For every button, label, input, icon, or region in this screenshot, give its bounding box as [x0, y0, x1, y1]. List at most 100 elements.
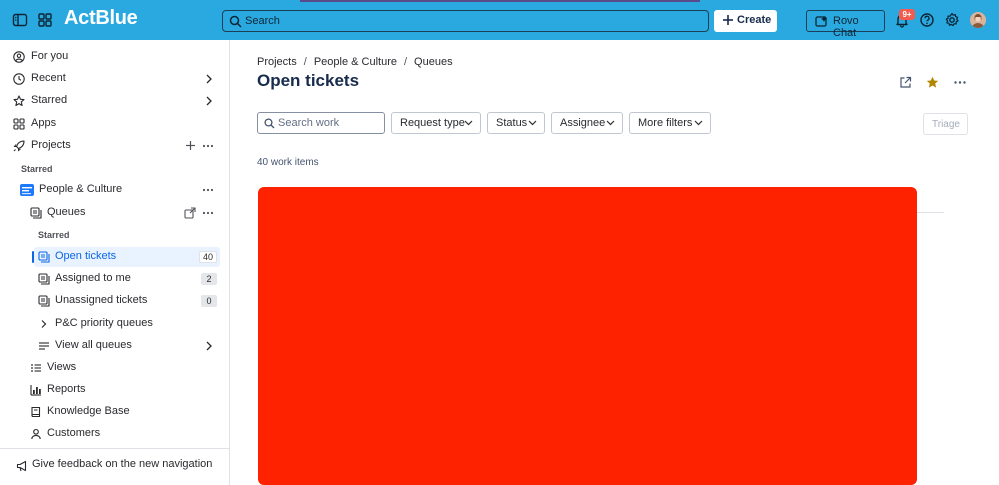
more-options-icon[interactable] — [202, 184, 214, 196]
apps-grid-icon — [13, 118, 25, 130]
queue-count-badge: 0 — [201, 295, 217, 307]
rovo-icon — [815, 15, 828, 28]
main-content: Projects / People & Culture / Queues Open ti… — [230, 40, 999, 485]
status-filter[interactable]: Status — [487, 112, 545, 134]
queues-starred-section-label: Starred — [38, 230, 70, 240]
search-icon — [229, 15, 242, 28]
breadcrumb: Projects / People & Culture / Queues — [257, 56, 453, 68]
sidebar-item-unassigned-tickets[interactable]: Unassigned tickets 0 — [34, 291, 220, 311]
sidebar-item-label: Unassigned tickets — [55, 294, 148, 306]
breadcrumb-projects[interactable]: Projects — [257, 56, 297, 68]
starred-section-label: Starred — [21, 164, 53, 174]
chevron-right-icon[interactable] — [204, 95, 214, 107]
sidebar-item-label: Views — [47, 361, 77, 373]
star-filled-icon[interactable] — [926, 76, 939, 89]
sidebar-item-label: For you — [31, 50, 69, 62]
megaphone-icon — [16, 460, 28, 472]
assignee-filter[interactable]: Assignee — [551, 112, 623, 134]
share-external-icon[interactable] — [899, 76, 912, 89]
top-accent-strip — [300, 0, 700, 2]
breadcrumb-people-and-culture[interactable]: People & Culture — [314, 56, 397, 68]
rovo-chat-button[interactable]: Rovo Chat — [806, 10, 885, 39]
page-title: Open tickets — [257, 71, 360, 90]
bullet-list-icon — [30, 362, 42, 374]
filter-label: Status — [496, 117, 528, 129]
more-filters-button[interactable]: More filters — [629, 112, 711, 134]
feedback-label: Give feedback on the new navigation — [32, 458, 213, 470]
sidebar-item-apps[interactable]: Apps — [6, 114, 220, 134]
sidebar-item-open-tickets[interactable]: Open tickets 40 — [32, 247, 220, 267]
triage-button[interactable]: Triage — [923, 113, 968, 135]
sidebar-item-label: Queues — [47, 206, 86, 218]
chevron-right-icon[interactable] — [39, 318, 49, 330]
active-indicator — [32, 251, 34, 263]
app-switcher-icon[interactable] — [37, 12, 53, 28]
search-work-input[interactable] — [278, 115, 378, 131]
sidebar-item-pc-priority-queues[interactable]: P&C priority queues — [34, 314, 220, 334]
sidebar-item-starred[interactable]: Starred — [6, 91, 220, 111]
more-options-icon[interactable] — [202, 207, 214, 219]
triage-button-label: Triage — [932, 119, 960, 130]
sidebar-item-label: Knowledge Base — [47, 405, 130, 417]
sidebar-item-queues[interactable]: Queues — [6, 203, 220, 223]
global-search-input[interactable]: Search — [222, 10, 709, 32]
sidebar-item-reports[interactable]: Reports — [6, 380, 220, 400]
sidebar-item-label: View all queues — [55, 339, 132, 351]
sidebar-item-label: P&C priority queues — [55, 317, 153, 329]
sidebar-item-assigned-to-me[interactable]: Assigned to me 2 — [34, 269, 220, 289]
filter-label: More filters — [638, 117, 693, 129]
sidebar-item-view-all-queues[interactable]: View all queues — [34, 336, 220, 356]
queue-icon — [38, 295, 50, 307]
sidebar-item-label: Recent — [31, 72, 66, 84]
star-icon — [13, 95, 25, 107]
redacted-work-items-table — [258, 187, 917, 485]
user-circle-icon — [13, 51, 25, 63]
actblue-logo[interactable]: ActBlue — [64, 7, 138, 30]
filter-label: Assignee — [560, 117, 606, 129]
chevron-right-icon[interactable] — [204, 73, 214, 85]
feedback-link[interactable]: Give feedback on the new navigation — [0, 448, 229, 485]
create-button[interactable]: Create — [714, 10, 777, 32]
queue-count-badge: 2 — [201, 273, 217, 285]
sidebar-item-knowledge-base[interactable]: Knowledge Base — [6, 402, 220, 422]
sidebar-item-for-you[interactable]: For you — [6, 47, 220, 67]
work-items-count: 40 work items — [257, 157, 319, 168]
sidebar-item-label: Assigned to me — [55, 272, 131, 284]
list-icon — [38, 340, 50, 352]
sidebar-item-views[interactable]: Views — [6, 358, 220, 378]
sidebar-item-label: Open tickets — [55, 250, 117, 262]
sidebar-toggle-icon[interactable] — [12, 12, 28, 28]
queue-icon — [30, 207, 42, 219]
sidebar-item-label: Projects — [31, 139, 71, 151]
sidebar-item-recent[interactable]: Recent — [6, 69, 220, 89]
clock-icon — [13, 73, 25, 85]
sidebar-item-people-and-culture[interactable]: People & Culture — [6, 180, 220, 200]
user-avatar[interactable] — [970, 12, 986, 28]
sidebar-item-label: Reports — [47, 383, 86, 395]
chevron-right-icon[interactable] — [204, 340, 214, 352]
help-icon[interactable] — [919, 12, 935, 28]
chevron-down-icon — [464, 120, 473, 126]
breadcrumb-queues[interactable]: Queues — [414, 56, 453, 68]
sidebar-item-label: Starred — [31, 94, 68, 106]
chevron-down-icon — [694, 120, 703, 126]
rocket-icon — [13, 140, 25, 152]
gear-icon[interactable] — [944, 12, 960, 28]
project-avatar-icon — [20, 184, 34, 196]
more-options-icon[interactable] — [202, 140, 214, 152]
create-button-label: Create — [737, 14, 772, 26]
filter-label: Request type — [400, 117, 465, 129]
more-options-icon[interactable] — [953, 76, 967, 89]
sidebar-navigation: For you Recent Starred Apps Projects Sta… — [0, 40, 230, 485]
request-type-filter[interactable]: Request type — [391, 112, 481, 134]
queue-icon — [38, 251, 50, 263]
breadcrumb-separator: / — [403, 56, 408, 68]
sidebar-item-projects[interactable]: Projects — [6, 136, 220, 156]
chevron-down-icon — [528, 120, 537, 126]
notification-count-badge: 9+ — [899, 9, 915, 20]
search-work-field[interactable] — [257, 112, 385, 134]
open-queue-icon[interactable] — [184, 207, 196, 219]
add-project-icon[interactable] — [185, 140, 196, 151]
search-placeholder: Search — [245, 15, 280, 27]
sidebar-item-customers[interactable]: Customers — [6, 424, 220, 444]
